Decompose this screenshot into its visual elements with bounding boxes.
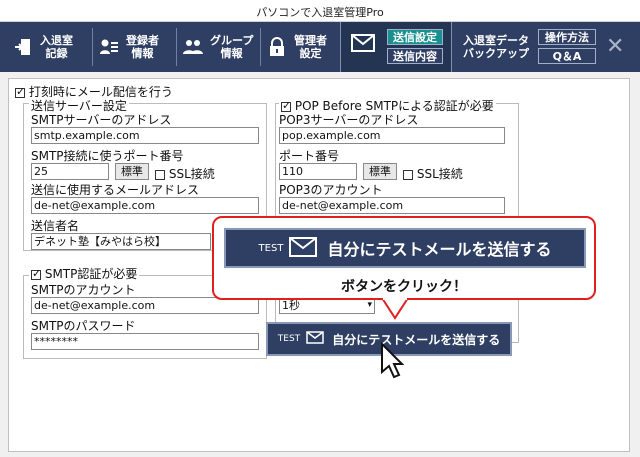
envelope-icon (289, 236, 318, 260)
entry-record-button[interactable]: 入退室 記録 (8, 26, 88, 68)
smtp-auth-checkbox[interactable] (31, 267, 41, 280)
admin-settings-button[interactable]: 管理者 設定 (262, 26, 338, 68)
sender-name-input[interactable]: デネット塾【みやはら校】 (31, 233, 211, 250)
pop3-ssl-label: SSL接続 (416, 167, 463, 181)
send-button-text: 自分にテストメールを送信する (332, 332, 501, 347)
callout-test-mail-button: TEST 自分にテストメールを送信する (224, 228, 586, 268)
person-list-icon (98, 36, 120, 58)
door-exit-icon (12, 36, 34, 58)
pop-checkbox[interactable] (281, 99, 291, 112)
callout-pointer (380, 296, 410, 323)
pop3-port-label: ポート番号 (279, 149, 340, 163)
how-to-button[interactable]: 操作方法 (538, 29, 596, 45)
smtp-auth-row[interactable]: SMTP認証が必要 (29, 265, 140, 282)
entry-record-label: 入退室 記録 (40, 34, 73, 60)
smtp-account-label: SMTPのアカウント (31, 283, 136, 297)
pop3-account-input[interactable]: de-net@example.com (279, 197, 505, 214)
envelope-icon (351, 34, 375, 55)
toolbar-divider (260, 28, 261, 66)
toolbar-divider (92, 28, 93, 66)
data-backup-button[interactable]: 入退室データ バックアップ (458, 26, 534, 68)
pop3-address-input[interactable]: pop.example.com (279, 127, 505, 144)
chevron-down-icon: ▾ (367, 300, 372, 310)
notify-checkbox[interactable] (15, 85, 25, 98)
mail-settings-area: 送信設定 送信内容 (340, 22, 452, 72)
callout-instruction: ボタンをクリック！ (341, 279, 467, 295)
pop3-port-input[interactable]: 110 (279, 163, 357, 180)
smtp-ssl-label: SSL接続 (168, 167, 215, 181)
registrant-info-label: 登録者 情報 (126, 34, 159, 60)
close-icon[interactable]: ✕ (606, 34, 624, 59)
smtp-address-input[interactable]: smtp.example.com (31, 127, 259, 144)
sender-mail-input[interactable]: de-net@example.com (31, 197, 259, 214)
group-people-icon (182, 36, 204, 58)
callout-bubble: TEST 自分にテストメールを送信する ボタンをクリック！ (212, 216, 596, 300)
wait-time-value: 1秒 (282, 299, 300, 312)
pop3-account-label: POP3のアカウント (279, 183, 383, 197)
pop3-ssl-row[interactable]: SSL接続 (403, 165, 463, 182)
window-title: パソコンで入退室管理Pro (256, 6, 384, 19)
smtp-password-label: SMTPのパスワード (31, 319, 136, 333)
pop3-port-standard-button[interactable]: 標準 (363, 163, 397, 180)
smtp-address-label: SMTPサーバーのアドレス (31, 113, 172, 127)
admin-settings-label: 管理者 設定 (294, 34, 327, 60)
smtp-password-input[interactable]: ******** (31, 333, 259, 350)
mouse-cursor-icon (380, 341, 405, 383)
tab-send-settings[interactable]: 送信設定 (387, 29, 443, 45)
group-info-button[interactable]: グループ 情報 (178, 26, 258, 68)
sender-mail-label: 送信に使用するメールアドレス (31, 183, 200, 197)
smtp-ssl-row[interactable]: SSL接続 (155, 165, 215, 182)
envelope-icon (306, 331, 324, 347)
smtp-port-input[interactable]: 25 (31, 163, 109, 180)
main-toolbar: 入退室 記録 登録者 情報 グループ 情報 管理者 設定 送信設定 送信内容 入… (0, 22, 640, 72)
callout-button-text: 自分にテストメールを送信する (327, 240, 552, 259)
smtp-port-label: SMTP接続に使うポート番号 (31, 149, 184, 163)
pop3-address-label: POP3サーバーのアドレス (279, 113, 419, 127)
data-backup-label: 入退室データ バックアップ (463, 34, 529, 60)
smtp-ssl-checkbox[interactable] (155, 169, 165, 180)
registrant-info-button[interactable]: 登録者 情報 (94, 26, 174, 68)
lock-icon (266, 36, 288, 58)
sender-name-label: 送信者名 (31, 219, 80, 233)
group-info-label: グループ 情報 (210, 34, 254, 60)
send-test-label: TEST (277, 334, 301, 344)
smtp-port-standard-button[interactable]: 標準 (115, 163, 149, 180)
title-bar: パソコンで入退室管理Pro (0, 0, 640, 22)
qa-button[interactable]: Q＆A (538, 48, 596, 64)
smtp-auth-label: SMTP認証が必要 (44, 267, 138, 281)
pop3-ssl-checkbox[interactable] (403, 169, 413, 180)
tab-send-content[interactable]: 送信内容 (387, 48, 443, 64)
toolbar-divider (176, 28, 177, 66)
callout-test-label: TEST (258, 242, 284, 254)
